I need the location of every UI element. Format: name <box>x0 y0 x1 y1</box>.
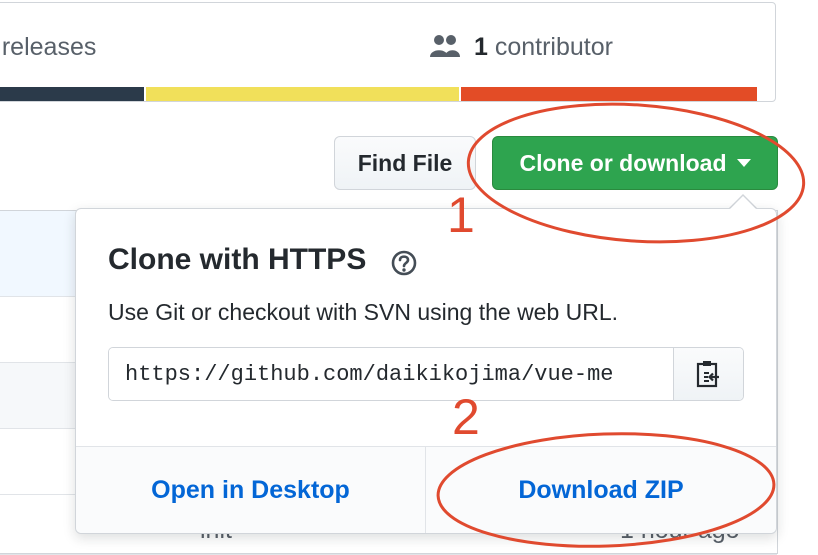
open-in-desktop-label: Open in Desktop <box>151 475 350 504</box>
repo-stats-bar: 0 releases 1 contributor <box>0 2 776 102</box>
language-bar[interactable] <box>0 87 757 101</box>
copy-url-button[interactable] <box>673 348 743 400</box>
contributors-count: 1 <box>473 33 488 61</box>
contributors-stat[interactable]: 1 contributor <box>429 33 613 62</box>
download-zip-label: Download ZIP <box>518 475 684 504</box>
annotation-step-2: 2 <box>452 389 480 445</box>
popover-footer: Open in Desktop Download ZIP <box>76 446 776 533</box>
popover-description: Use Git or checkout with SVN using the w… <box>108 299 619 325</box>
open-in-desktop-link[interactable]: Open in Desktop <box>76 447 426 533</box>
find-file-button[interactable]: Find File <box>334 136 476 190</box>
people-icon <box>430 35 460 57</box>
releases-stat[interactable]: 0 releases <box>0 33 97 62</box>
clone-popover: Clone with HTTPS Use Git or checkout wit… <box>75 208 777 534</box>
download-zip-link[interactable]: Download ZIP <box>426 447 776 533</box>
clipboard-icon <box>696 361 719 388</box>
language-bar-segment-1[interactable] <box>0 87 145 101</box>
annotation-step-1: 1 <box>447 187 475 243</box>
clone-or-download-button[interactable]: Clone or download <box>492 136 778 190</box>
popover-title: Clone with HTTPS <box>108 243 367 276</box>
language-bar-segment-2[interactable] <box>146 87 459 101</box>
find-file-label: Find File <box>357 149 453 176</box>
contributors-label: contributor <box>494 33 613 61</box>
clone-url-group <box>108 347 744 401</box>
caret-down-icon <box>736 159 751 167</box>
clone-url-input[interactable] <box>109 348 673 400</box>
releases-label: releases <box>1 33 97 61</box>
language-bar-segment-3[interactable] <box>460 87 757 101</box>
popover-arrow-fill <box>730 196 756 209</box>
clone-or-download-label: Clone or download <box>519 149 727 176</box>
question-circle-icon[interactable] <box>390 249 418 277</box>
